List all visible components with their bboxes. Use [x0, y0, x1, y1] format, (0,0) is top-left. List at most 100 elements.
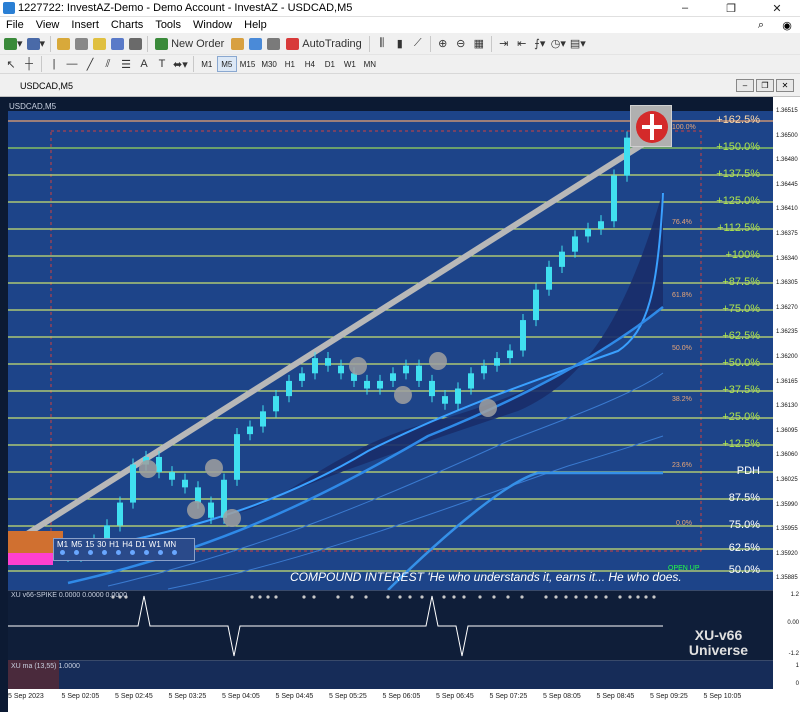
indicator-spike-panel[interactable]	[8, 590, 773, 660]
spike-scale-mid: 0.00	[787, 620, 799, 626]
timeframe-panel[interactable]: M1 M5 15 30 H1 H4 D1 W1 MN	[53, 538, 195, 561]
fib-extension-label: +25.0%	[722, 411, 760, 423]
tester-icon[interactable]	[126, 35, 144, 53]
chart-maximize-button[interactable]: ❐	[756, 79, 774, 92]
close-button[interactable]: ✕	[754, 0, 800, 17]
main-plot[interactable]	[8, 111, 773, 590]
vps-icon[interactable]	[264, 35, 282, 53]
price-tick: 1.36480	[776, 157, 798, 164]
horizontal-line-icon[interactable]: —	[63, 55, 81, 73]
bar-chart-icon[interactable]: ⫼	[373, 35, 391, 53]
tf-h1[interactable]: H1	[280, 56, 300, 72]
fib-extension-label: +87.5%	[722, 276, 760, 288]
spike-dot	[302, 595, 306, 599]
label-icon[interactable]: T	[153, 55, 171, 73]
chart-tab[interactable]: USDCAD,M5	[0, 81, 73, 91]
spike-dot	[250, 595, 254, 599]
timeframe-panel-labels: M1 M5 15 30 H1 H4 D1 W1 MN	[54, 539, 194, 550]
price-tick: 1.36340	[776, 255, 798, 262]
fib-extension-label: +62.5%	[722, 330, 760, 342]
ticker-text: COMPOUND INTEREST 'He who understands it…	[290, 570, 682, 584]
tf-m5[interactable]: M5	[216, 56, 237, 72]
auto-trading-button[interactable]: AutoTrading	[282, 35, 366, 53]
auto-scroll-icon[interactable]: ⇥	[495, 35, 513, 53]
text-icon[interactable]: A	[135, 55, 153, 73]
ma-scale-top: 1	[795, 663, 799, 669]
tf-h4[interactable]: H4	[300, 56, 320, 72]
zone-pink	[8, 553, 53, 565]
vertical-line-icon[interactable]: |	[45, 55, 63, 73]
tf-m1[interactable]: M1	[197, 56, 217, 72]
templates-icon[interactable]: ▤▾	[568, 35, 588, 53]
menu-charts[interactable]: Charts	[105, 19, 149, 31]
time-tick: 5 Sep 10:05	[703, 693, 742, 700]
price-tick: 1.35885	[776, 575, 798, 582]
chart-minimize-button[interactable]: –	[736, 79, 754, 92]
indicators-icon[interactable]: ⨍▾	[531, 35, 549, 53]
time-tick: 5 Sep 07:25	[489, 693, 528, 700]
time-tick: 5 Sep 05:25	[329, 693, 367, 700]
tf-w1[interactable]: W1	[340, 56, 360, 72]
trendline-icon[interactable]: ╱	[81, 55, 99, 73]
fib-extension-label: 62.5%	[728, 542, 760, 554]
metaeditor-icon[interactable]	[228, 35, 246, 53]
candle-body	[442, 396, 448, 404]
menu-view[interactable]: View	[30, 19, 66, 31]
minimize-button[interactable]: –	[662, 0, 708, 17]
chat-icon[interactable]: ◉	[774, 19, 800, 32]
candle-body	[130, 464, 136, 503]
menu-file[interactable]: File	[0, 19, 30, 31]
crosshair-icon[interactable]: ┼	[20, 55, 38, 73]
time-tick: 5 Sep 04:05	[222, 693, 260, 700]
menu-help[interactable]: Help	[238, 19, 273, 31]
cursor-icon[interactable]: ↖	[2, 55, 20, 73]
terminal-icon[interactable]	[108, 35, 126, 53]
time-tick: 5 Sep 02:45	[115, 693, 153, 700]
menu-window[interactable]: Window	[187, 19, 238, 31]
spike-dot	[462, 595, 466, 599]
menu-insert[interactable]: Insert	[65, 19, 105, 31]
new-order-button[interactable]: New Order	[151, 35, 228, 53]
fibonacci-icon[interactable]: ☰	[117, 55, 135, 73]
tf-m15[interactable]: M15	[237, 56, 259, 72]
indicator-ma-label: XU ma (13,55) 1.0000	[11, 663, 80, 670]
candle-body	[234, 434, 240, 480]
menu-tools[interactable]: Tools	[149, 19, 187, 31]
retracement-label: 23.6%	[672, 462, 692, 469]
zoom-out-icon[interactable]: ⊖	[452, 35, 470, 53]
chart-symbol-label: USDCAD,M5	[9, 102, 57, 111]
arrows-icon[interactable]: ⬌▾	[171, 55, 190, 73]
spike-dot	[266, 595, 270, 599]
fib-extension-label: 87.5%	[728, 492, 760, 504]
search-icon[interactable]: ⌕	[748, 19, 774, 32]
tf-d1[interactable]: D1	[320, 56, 340, 72]
tf-panel-label: M5	[71, 540, 83, 549]
new-chart-icon[interactable]: ▾	[2, 35, 25, 53]
line-chart-icon[interactable]: ⟋	[409, 35, 427, 53]
chart-close-button[interactable]: ✕	[776, 79, 794, 92]
tf-mn[interactable]: MN	[360, 56, 380, 72]
indicator-ma-panel[interactable]	[8, 660, 773, 689]
channel-icon[interactable]: ⫽	[99, 55, 117, 73]
tile-windows-icon[interactable]: ▦	[470, 35, 488, 53]
market-watch-icon[interactable]	[54, 35, 72, 53]
chart-shift-icon[interactable]: ⇤	[513, 35, 531, 53]
candle-body	[169, 472, 175, 480]
spike-dot	[618, 595, 622, 599]
periods-icon[interactable]: ◷▾	[549, 35, 568, 53]
signals-icon[interactable]	[246, 35, 264, 53]
price-tick: 1.36095	[776, 427, 798, 434]
candlestick-icon[interactable]: ▮	[391, 35, 409, 53]
retracement-label: 100.0%	[672, 124, 696, 131]
data-window-icon[interactable]	[72, 35, 90, 53]
fib-extension-label: 75.0%	[728, 519, 760, 531]
tf-panel-label: 30	[97, 540, 107, 549]
candle-body	[325, 358, 331, 366]
profiles-icon[interactable]: ▾	[25, 35, 48, 53]
time-tick: 5 Sep 06:45	[436, 693, 474, 700]
zoom-in-icon[interactable]: ⊕	[434, 35, 452, 53]
tf-m30[interactable]: M30	[258, 56, 280, 72]
navigator-icon[interactable]	[90, 35, 108, 53]
restore-button[interactable]: ❐	[708, 0, 754, 17]
spike-dot	[594, 595, 598, 599]
